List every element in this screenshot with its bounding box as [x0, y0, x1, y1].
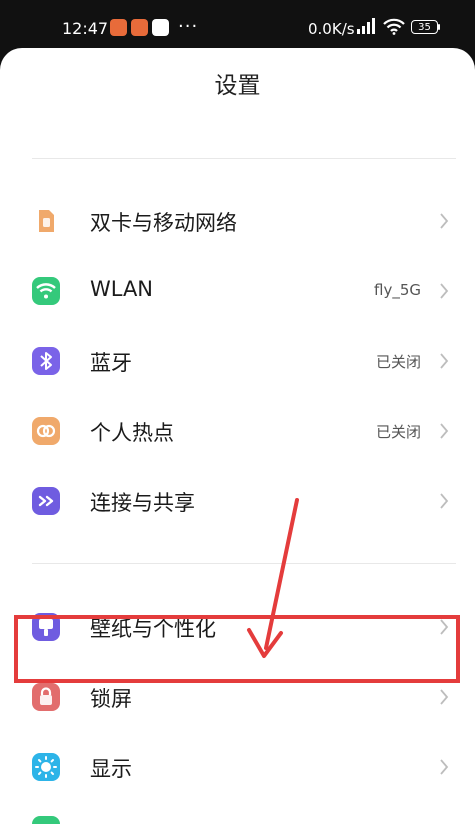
chevron-right-icon: [440, 423, 449, 439]
battery-tip: [438, 24, 440, 30]
app-notification-icon: [152, 19, 169, 36]
wifi-icon: [32, 277, 60, 305]
settings-item-wallpaper[interactable]: 壁纸与个性化: [0, 593, 475, 663]
settings-item-label: 连接与共享: [90, 491, 195, 515]
settings-item-sim-network[interactable]: 双卡与移动网络: [0, 187, 475, 257]
chevron-right-icon: [440, 619, 449, 635]
settings-item-label: 个人热点: [90, 421, 174, 445]
settings-item-label: 蓝牙: [90, 351, 132, 375]
network-speed: 0.0K/s: [308, 20, 355, 38]
wallpaper-icon: [32, 613, 60, 641]
settings-item-label: 双卡与移动网络: [90, 211, 237, 235]
settings-item-wlan[interactable]: WLAN fly_5G: [0, 257, 475, 327]
settings-item-connection-sharing[interactable]: 连接与共享: [0, 467, 475, 537]
settings-item-value: fly_5G: [374, 281, 421, 299]
settings-item-bluetooth[interactable]: 蓝牙 已关闭: [0, 327, 475, 397]
settings-item-value: 已关闭: [375, 423, 421, 441]
settings-item-label: 显示: [90, 757, 132, 781]
page-title: 设置: [214, 73, 261, 99]
hotspot-icon: [32, 417, 60, 445]
sim-card-icon: [32, 207, 60, 235]
app-notification-icon: [110, 19, 127, 36]
lock-icon: [32, 683, 60, 711]
chevron-right-icon: [440, 283, 449, 299]
app-notification-icon: [131, 19, 148, 36]
settings-item-lock-screen[interactable]: 锁屏: [0, 663, 475, 733]
settings-item-hotspot[interactable]: 个人热点 已关闭: [0, 397, 475, 467]
divider: [32, 563, 456, 564]
settings-page: 设置 双卡与移动网络 WLAN fly_5G 蓝牙 已关闭 个人热点 已关闭 连…: [0, 48, 475, 824]
settings-item-label: WLAN: [90, 277, 154, 301]
status-bar: 12:47 ··· 0.0K/s 35: [0, 0, 475, 48]
settings-item-display[interactable]: 显示: [0, 733, 475, 803]
more-dots: ···: [178, 16, 199, 37]
chevron-right-icon: [440, 213, 449, 229]
divider: [32, 158, 456, 159]
settings-item-label: 壁纸与个性化: [90, 617, 216, 641]
settings-item-value: 已关闭: [375, 353, 421, 371]
chevron-right-icon: [440, 493, 449, 509]
chevron-right-icon: [440, 689, 449, 705]
wifi-status-icon: [383, 18, 405, 35]
battery-icon: 35: [411, 20, 438, 34]
status-time: 12:47: [62, 19, 109, 38]
partial-next-item-icon: [32, 816, 60, 824]
chevron-right-icon: [440, 353, 449, 369]
signal-icon: [357, 18, 375, 34]
share-icon: [32, 487, 60, 515]
chevron-right-icon: [440, 759, 449, 775]
settings-item-label: 锁屏: [90, 687, 132, 711]
bluetooth-icon: [32, 347, 60, 375]
display-icon: [32, 753, 60, 781]
